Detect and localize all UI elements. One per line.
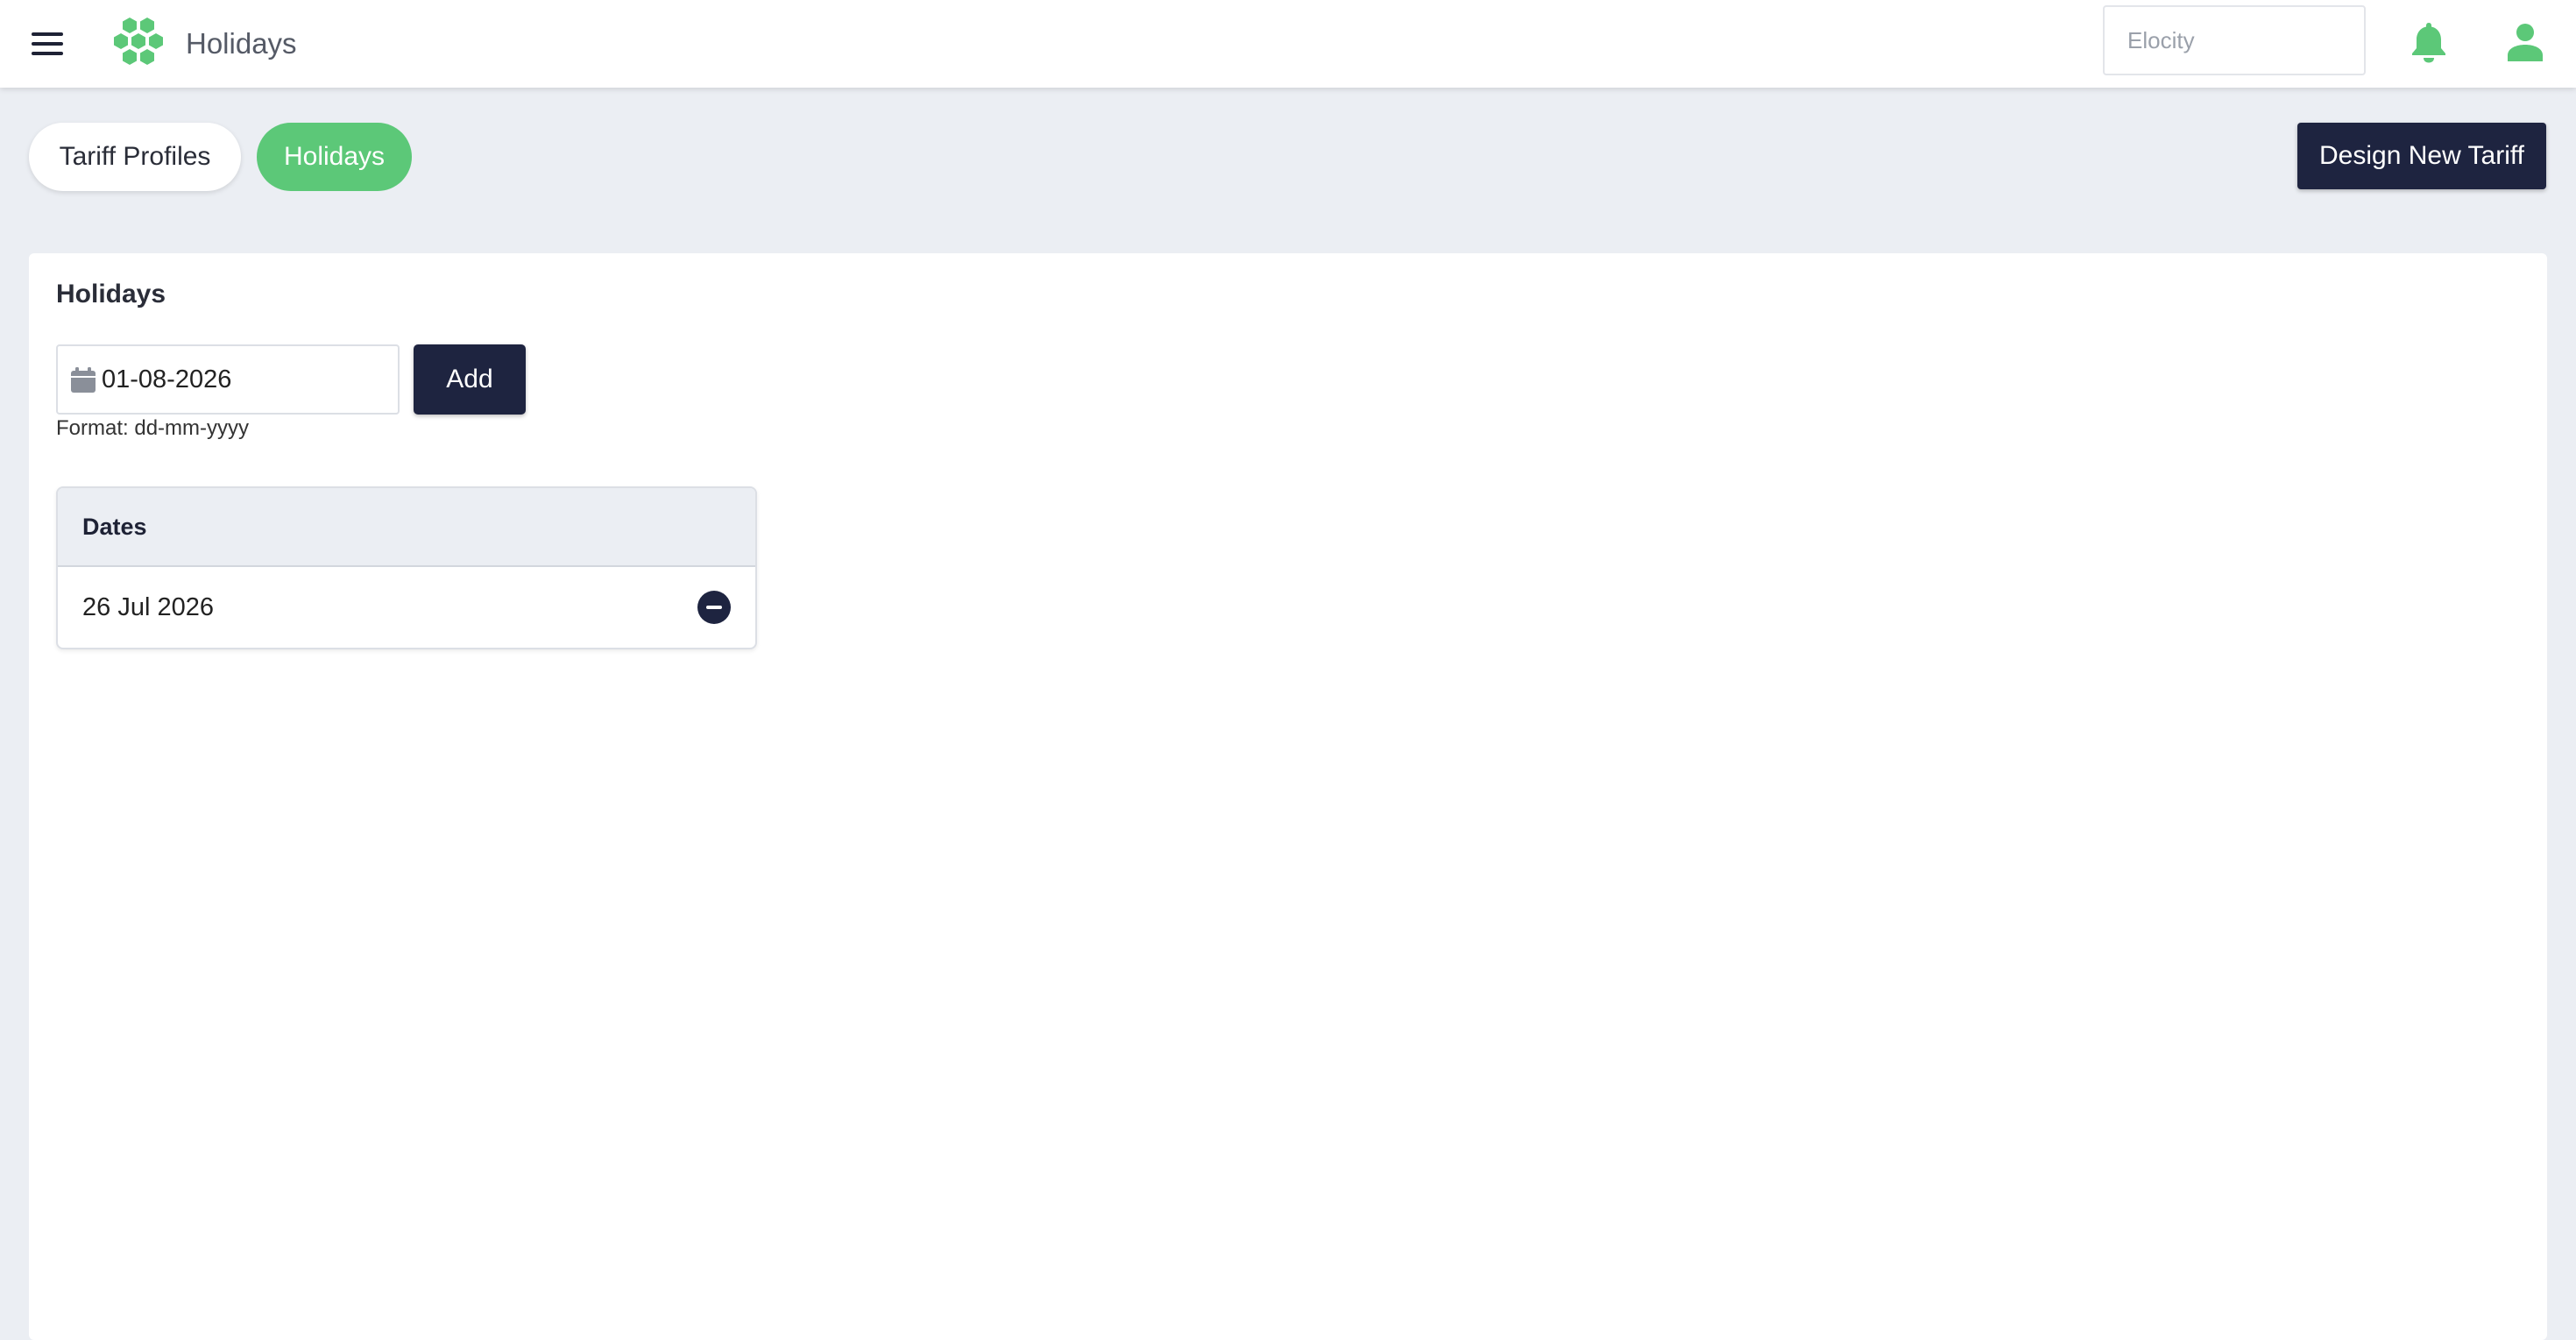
calendar-icon [71, 367, 96, 393]
user-icon[interactable] [2508, 23, 2543, 61]
hexagon-cluster-logo [114, 18, 163, 65]
section-title: Holidays [56, 280, 166, 308]
date-field[interactable] [56, 344, 400, 415]
top-bar: Holidays [0, 0, 2576, 88]
minus-circle-icon[interactable] [697, 591, 731, 624]
design-new-tariff-button[interactable]: Design New Tariff [2297, 123, 2546, 189]
bell-icon[interactable] [2410, 21, 2448, 63]
table-header: Dates [58, 488, 755, 567]
hamburger-menu-icon[interactable] [30, 26, 67, 61]
table-row: 26 Jul 2026 [58, 567, 755, 648]
holiday-date-input[interactable] [102, 353, 391, 406]
page-title: Holidays [186, 27, 297, 60]
holiday-date-label: 26 Jul 2026 [82, 592, 214, 621]
date-format-hint: Format: dd-mm-yyyy [56, 416, 250, 440]
tab-holidays[interactable]: Holidays [257, 123, 412, 191]
dates-table: Dates 26 Jul 2026 [56, 486, 757, 649]
tab-tariff-profiles[interactable]: Tariff Profiles [29, 123, 241, 191]
holidays-card: Holidays Add Format: dd-mm-yyyy Dates 26… [29, 253, 2547, 1340]
organization-search-input[interactable] [2103, 5, 2366, 75]
add-holiday-button[interactable]: Add [414, 344, 526, 415]
